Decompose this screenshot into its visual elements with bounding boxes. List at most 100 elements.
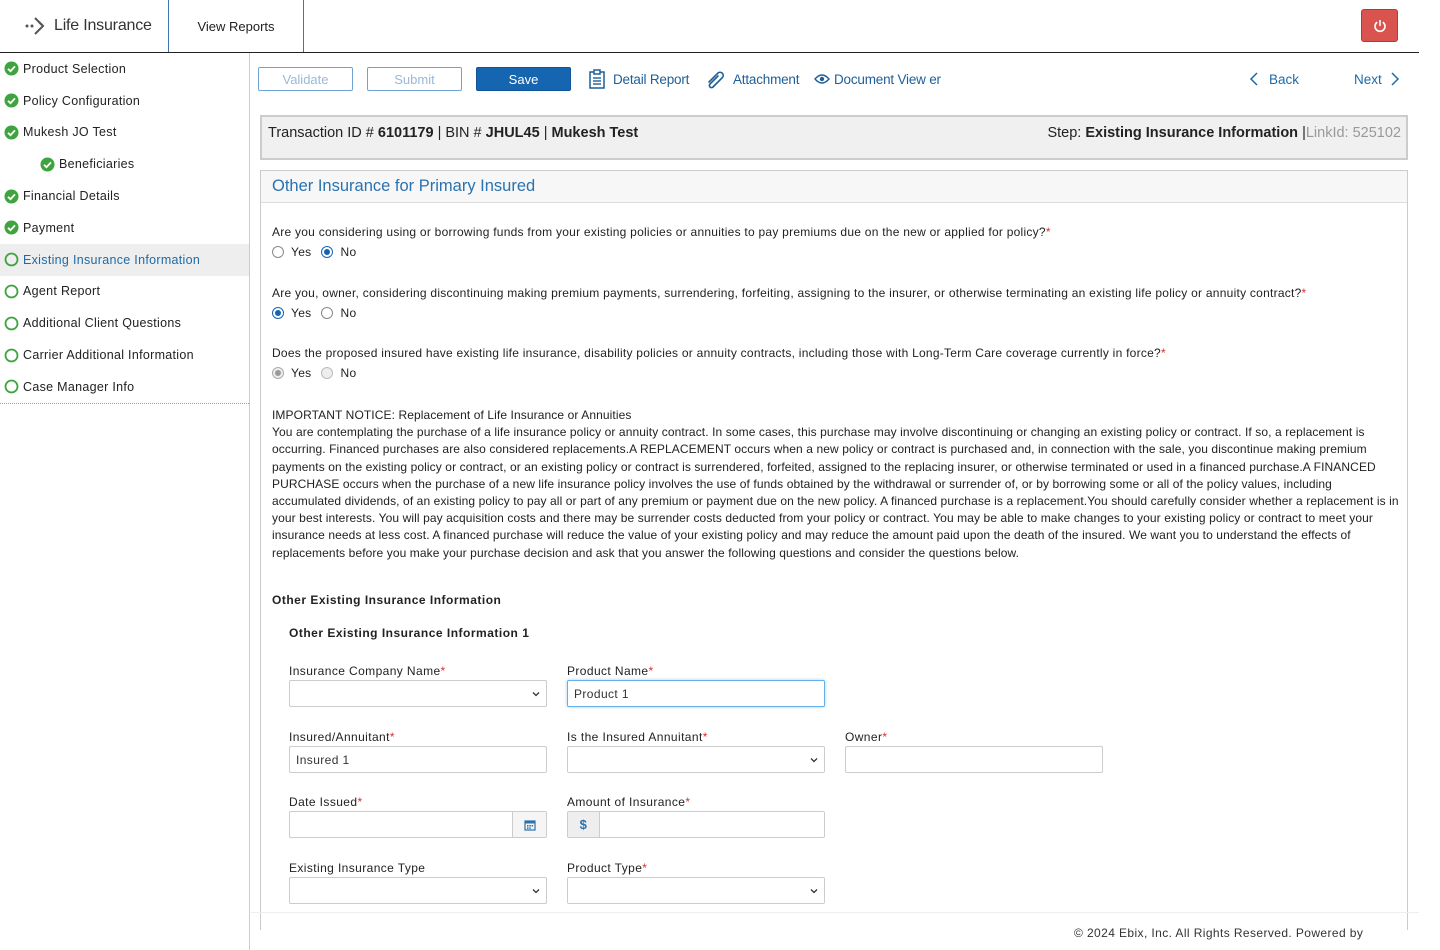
q2-no-radio[interactable] bbox=[321, 307, 334, 319]
report-icon bbox=[589, 69, 605, 89]
no-label: No bbox=[340, 366, 357, 380]
sidebar-item-agent-report[interactable]: Agent Report bbox=[0, 276, 249, 308]
transaction-id-label: Transaction ID # bbox=[268, 125, 374, 141]
date-issued-label: Date Issued* bbox=[289, 795, 363, 809]
step-name: Existing Insurance Information bbox=[1085, 125, 1299, 141]
check-circle-icon bbox=[40, 157, 55, 172]
owner-input[interactable] bbox=[845, 746, 1103, 773]
next-label: Next bbox=[1354, 71, 1382, 87]
q3-yes-radio[interactable] bbox=[272, 367, 284, 379]
save-button[interactable]: Save bbox=[476, 67, 571, 91]
validate-button[interactable]: Validate bbox=[258, 67, 353, 91]
subsection-title: Other Existing Insurance Information 1 bbox=[289, 626, 530, 640]
open-circle-icon bbox=[4, 284, 19, 299]
sidebar-item-label: Carrier Additional Information bbox=[23, 348, 194, 363]
link-id-label: LinkId: bbox=[1305, 125, 1349, 141]
step-info: Step: Existing Insurance Information |Li… bbox=[1047, 125, 1401, 141]
insured-annuitant-label: Insured/Annuitant* bbox=[289, 730, 395, 744]
separator: | bbox=[543, 125, 548, 141]
sidebar-item-beneficiaries[interactable]: Beneficiaries bbox=[0, 148, 249, 180]
sidebar-nav: Product Selection Policy Configuration M… bbox=[0, 53, 249, 404]
check-circle-icon bbox=[4, 220, 19, 235]
q1-no-radio[interactable] bbox=[321, 246, 334, 258]
open-circle-icon bbox=[4, 252, 19, 267]
product-name-input[interactable]: Product 1 bbox=[567, 680, 825, 707]
paperclip-icon bbox=[708, 71, 724, 89]
calendar-button[interactable] bbox=[512, 812, 546, 837]
question-1-text: Are you considering using or borrowing f… bbox=[272, 225, 1046, 239]
required-mark: * bbox=[440, 664, 446, 678]
sidebar-item-additional-client-questions[interactable]: Additional Client Questions bbox=[0, 307, 249, 339]
view-reports-link[interactable]: View Reports bbox=[169, 0, 304, 52]
required-mark: * bbox=[702, 730, 708, 744]
required-mark: * bbox=[882, 730, 888, 744]
sidebar-item-carrier-additional-information[interactable]: Carrier Additional Information bbox=[0, 339, 249, 371]
client-name: Mukesh Test bbox=[551, 125, 639, 141]
date-issued-input[interactable] bbox=[289, 811, 547, 838]
chevron-down-icon bbox=[810, 889, 818, 894]
existing-insurance-type-label: Existing Insurance Type bbox=[289, 861, 425, 875]
insured-annuitant-input[interactable]: Insured 1 bbox=[289, 746, 547, 773]
notice-body: You are contemplating the purchase of a … bbox=[272, 425, 1399, 560]
step-label: Step: bbox=[1047, 125, 1082, 141]
yes-label: Yes bbox=[291, 306, 312, 320]
yes-label: Yes bbox=[291, 245, 312, 259]
sidebar-item-financial-details[interactable]: Financial Details bbox=[0, 180, 249, 212]
required-mark: * bbox=[389, 730, 395, 744]
sidebar-item-existing-insurance-information[interactable]: Existing Insurance Information bbox=[0, 243, 249, 276]
chevron-down-icon bbox=[532, 889, 540, 894]
amount-of-insurance-input[interactable]: $ bbox=[567, 811, 825, 838]
sidebar-item-mukesh-jo-test[interactable]: Mukesh JO Test bbox=[0, 117, 249, 149]
is-insured-annuitant-select[interactable] bbox=[567, 746, 825, 773]
label-text: Product Name bbox=[567, 664, 649, 678]
sidebar-item-product-selection[interactable]: Product Selection bbox=[0, 53, 249, 85]
is-insured-annuitant-label: Is the Insured Annuitant* bbox=[567, 730, 708, 744]
attachment-link[interactable]: Attachment bbox=[705, 68, 799, 90]
submit-button[interactable]: Submit bbox=[367, 67, 462, 91]
section-title: Other Existing Insurance Information bbox=[272, 593, 502, 607]
sidebar-item-label: Policy Configuration bbox=[23, 93, 141, 108]
insurance-company-label: Insurance Company Name* bbox=[289, 664, 446, 678]
sidebar-item-label: Beneficiaries bbox=[59, 157, 135, 172]
next-button[interactable]: Next bbox=[1354, 68, 1400, 90]
insurance-company-select[interactable] bbox=[289, 680, 547, 707]
q2-yes-radio[interactable] bbox=[272, 307, 284, 319]
label-text: Existing Insurance Type bbox=[289, 861, 426, 875]
question-2-radios: Yes No bbox=[272, 306, 366, 320]
label-text: Insured/Annuitant bbox=[289, 730, 390, 744]
sidebar: Product Selection Policy Configuration M… bbox=[0, 53, 250, 950]
replacement-notice: IMPORTANT NOTICE: Replacement of Life In… bbox=[272, 407, 1400, 562]
question-1: Are you considering using or borrowing f… bbox=[272, 225, 1051, 239]
sidebar-item-case-manager-info[interactable]: Case Manager Info bbox=[0, 371, 249, 403]
check-circle-icon bbox=[4, 61, 19, 76]
existing-insurance-panel: Other Insurance for Primary Insured Are … bbox=[260, 170, 1408, 930]
back-button[interactable]: Back bbox=[1249, 68, 1299, 90]
required-mark: * bbox=[1301, 286, 1307, 300]
question-2-text: Are you, owner, considering discontinuin… bbox=[272, 286, 1302, 300]
product-type-select[interactable] bbox=[567, 877, 825, 904]
transaction-summary: Transaction ID # 6101179 | BIN # JHUL45 … bbox=[260, 115, 1408, 160]
q3-no-radio[interactable] bbox=[321, 367, 334, 379]
required-mark: * bbox=[1160, 346, 1166, 360]
brand-logo[interactable]: Life Insurance bbox=[0, 0, 169, 52]
sidebar-item-label: Financial Details bbox=[23, 189, 120, 204]
sidebar-item-label: Existing Insurance Information bbox=[23, 252, 201, 267]
back-label: Back bbox=[1269, 71, 1300, 87]
sidebar-item-policy-configuration[interactable]: Policy Configuration bbox=[0, 85, 249, 117]
existing-insurance-type-select[interactable] bbox=[289, 877, 547, 904]
question-3-radios: Yes No bbox=[272, 366, 366, 380]
brand-chevron-icon bbox=[25, 17, 45, 35]
sidebar-item-payment[interactable]: Payment bbox=[0, 212, 249, 244]
eye-icon bbox=[814, 74, 830, 84]
logout-button[interactable] bbox=[1361, 9, 1398, 42]
open-circle-icon bbox=[4, 348, 19, 362]
sidebar-item-label: Case Manager Info bbox=[23, 379, 135, 394]
check-circle-icon bbox=[4, 93, 19, 108]
check-circle-icon bbox=[4, 189, 19, 204]
detail-report-link[interactable]: Detail Report bbox=[588, 68, 689, 90]
label-text: Amount of Insurance bbox=[567, 795, 686, 809]
q1-yes-radio[interactable] bbox=[272, 246, 284, 258]
calendar-icon bbox=[523, 819, 536, 831]
label-text: Product Type bbox=[567, 861, 643, 875]
document-viewer-link[interactable]: Document View er bbox=[814, 68, 941, 90]
